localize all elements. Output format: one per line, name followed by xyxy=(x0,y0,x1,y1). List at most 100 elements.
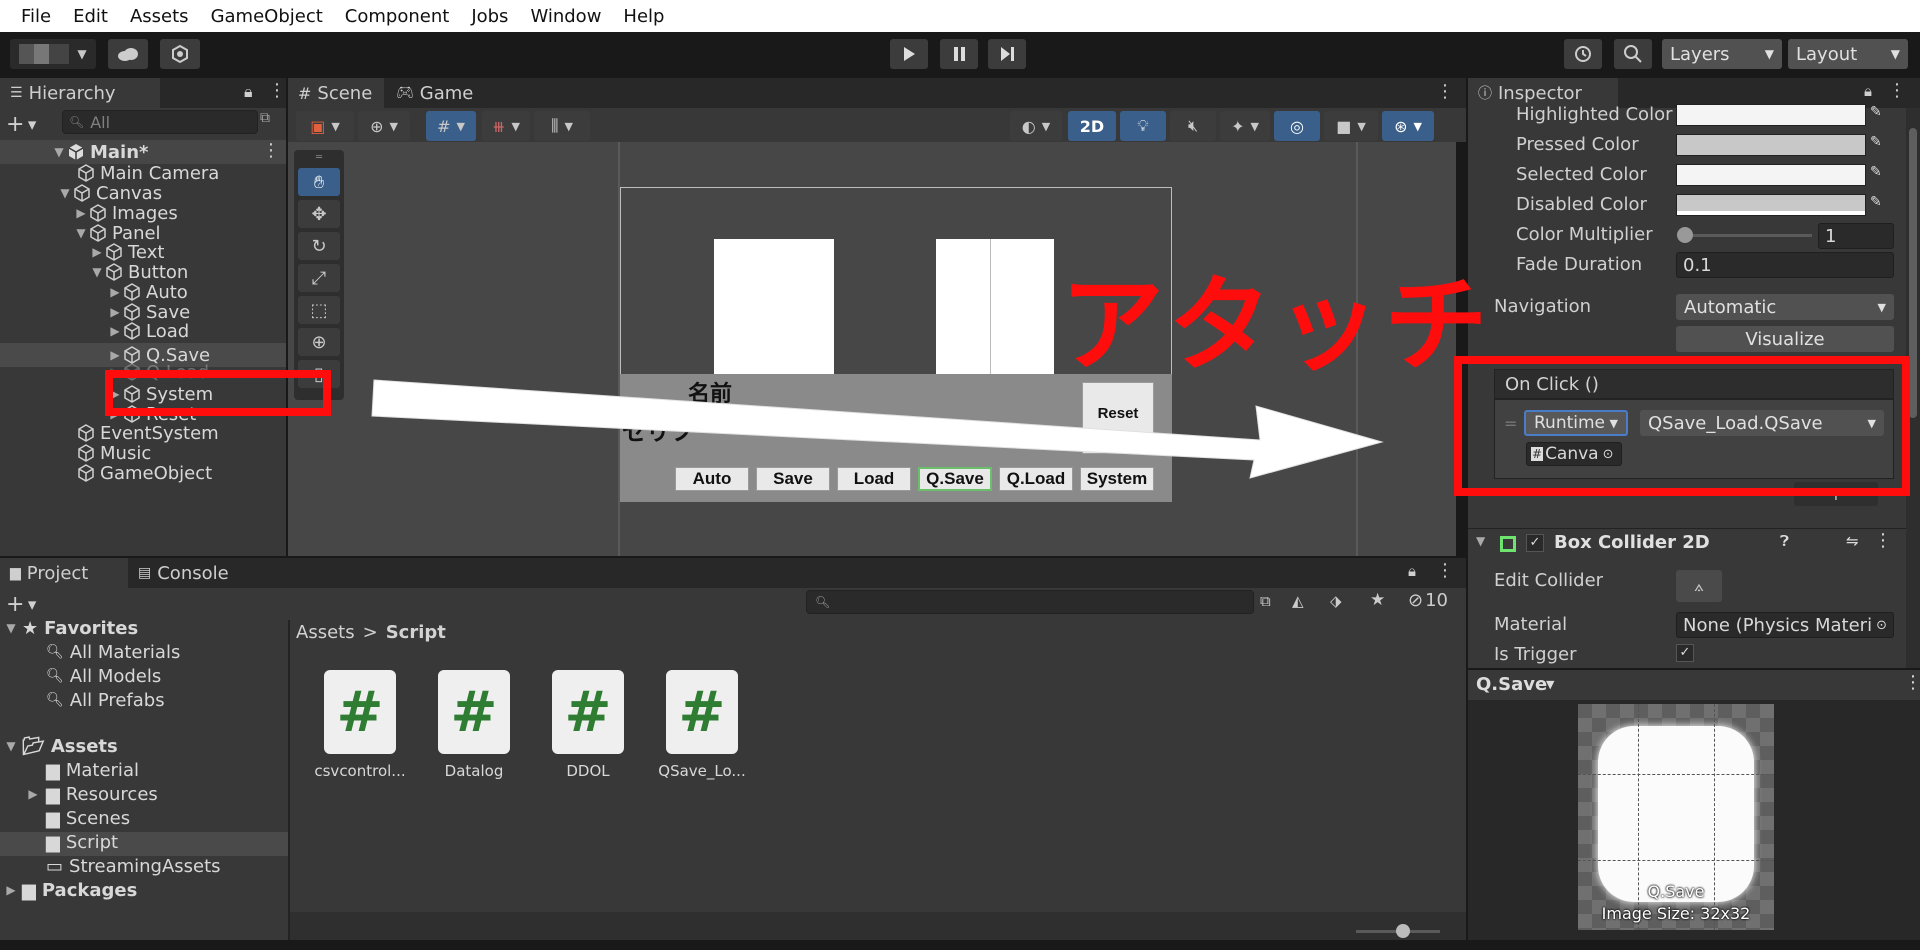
grid-visibility-dropdown[interactable]: ⫼ ▼ xyxy=(534,111,590,141)
folder-material[interactable]: ▆ Material xyxy=(46,758,139,782)
account-button[interactable]: ▼ xyxy=(10,39,96,69)
kebab-menu-icon[interactable]: ⋮ xyxy=(262,140,280,161)
assets-header[interactable]: ▼ 📂︎ Assets xyxy=(4,734,117,758)
menu-help[interactable]: Help xyxy=(612,6,675,27)
global-local-dropdown[interactable]: ⊕ ▼ xyxy=(358,111,410,141)
asset-csvcontrol[interactable]: # csvcontrol... xyxy=(300,670,420,780)
favorite-all-models[interactable]: 🔍︎ All Models xyxy=(46,664,161,688)
expand-arrow-icon[interactable]: ▼ xyxy=(4,739,18,753)
menu-window[interactable]: Window xyxy=(519,6,612,27)
preview-title[interactable]: Q.Save xyxy=(1476,674,1547,695)
filter-by-type-icon[interactable]: ◭ xyxy=(1292,592,1304,610)
zoom-slider-handle[interactable] xyxy=(1396,924,1410,938)
collapse-arrow-icon[interactable]: ▶ xyxy=(108,305,122,319)
expand-arrow-icon[interactable]: ▼ xyxy=(74,226,88,240)
history-icon[interactable] xyxy=(1564,39,1602,69)
drag-handle-icon[interactable]: ═ xyxy=(294,152,344,164)
menu-assets[interactable]: Assets xyxy=(119,6,200,27)
mode-2d-toggle[interactable]: 2D xyxy=(1068,111,1116,141)
settings-sliders-icon[interactable]: ⇋ xyxy=(1846,532,1859,550)
hierarchy-item-gameobject[interactable]: GameObject xyxy=(76,461,212,485)
search-options-icon[interactable]: ⧉ xyxy=(1260,592,1271,610)
eyedropper-icon[interactable]: ✎ xyxy=(1870,194,1890,214)
rect-tool-icon[interactable]: ⬚ xyxy=(298,296,340,324)
menu-component[interactable]: Component xyxy=(334,6,461,27)
play-button[interactable] xyxy=(890,39,928,69)
kebab-menu-icon[interactable]: ⋮ xyxy=(1436,81,1454,102)
expand-arrow-icon[interactable]: ▼ xyxy=(90,265,104,279)
favorite-star-icon[interactable]: ★ xyxy=(1370,590,1385,610)
gizmos-dropdown[interactable]: ⊛ ▼ xyxy=(1382,111,1434,141)
project-search-input[interactable]: 🔍︎ xyxy=(806,590,1254,614)
disabled-color-field[interactable] xyxy=(1676,194,1866,216)
collapse-arrow-icon[interactable]: ▶ xyxy=(26,787,40,801)
search-options-icon[interactable]: ⧉ xyxy=(260,110,280,134)
folder-script[interactable]: ▆ Script xyxy=(46,830,118,854)
selected-color-field[interactable] xyxy=(1676,164,1866,186)
lighting-toggle[interactable]: 💡︎ xyxy=(1120,111,1166,141)
hidden-objects-toggle[interactable]: ◎ xyxy=(1274,111,1320,141)
component-enabled-checkbox[interactable]: ✓ xyxy=(1526,534,1544,552)
chevron-down-icon[interactable]: ▼ xyxy=(1546,678,1554,691)
pressed-color-field[interactable] xyxy=(1676,134,1866,156)
expand-arrow-icon[interactable]: ▼ xyxy=(1476,534,1485,548)
collapse-arrow-icon[interactable]: ▶ xyxy=(90,245,104,259)
highlighted-color-field[interactable] xyxy=(1676,104,1866,126)
eyedropper-icon[interactable]: ✎ xyxy=(1870,134,1890,154)
menu-file[interactable]: File xyxy=(10,6,62,27)
expand-arrow-icon[interactable]: ▼ xyxy=(52,145,66,159)
kebab-menu-icon[interactable]: ⋮ xyxy=(268,80,286,101)
folder-scenes[interactable]: ▆ Scenes xyxy=(46,806,130,830)
navigation-dropdown[interactable]: Automatic ▼ xyxy=(1676,294,1894,320)
step-button[interactable] xyxy=(988,39,1026,69)
visualize-button[interactable]: Visualize xyxy=(1676,326,1894,352)
move-tool-icon[interactable]: ✥ xyxy=(298,200,340,228)
create-button[interactable]: + ▼ xyxy=(6,592,36,617)
folder-streamingassets[interactable]: ▭ StreamingAssets xyxy=(46,854,221,878)
breadcrumb-assets[interactable]: Assets xyxy=(296,622,355,643)
collapse-arrow-icon[interactable]: ▶ xyxy=(108,324,122,338)
effects-dropdown[interactable]: ✦ ▼ xyxy=(1220,111,1270,141)
scale-tool-icon[interactable]: ⤢ xyxy=(298,264,340,292)
eyedropper-icon[interactable]: ✎ xyxy=(1870,104,1890,124)
filter-by-label-icon[interactable]: ⬗ xyxy=(1330,592,1342,610)
menu-edit[interactable]: Edit xyxy=(62,6,119,27)
audio-toggle[interactable]: 🔇︎ xyxy=(1170,111,1216,141)
asset-qsave-load[interactable]: # QSave_Lo... xyxy=(642,670,762,780)
slider-handle[interactable] xyxy=(1677,227,1693,243)
scrollbar-thumb[interactable] xyxy=(1909,128,1917,418)
tab-game[interactable]: 🎮︎ Game xyxy=(386,78,482,108)
pause-button[interactable] xyxy=(940,39,978,69)
tab-scene[interactable]: # Scene xyxy=(288,78,384,108)
favorite-all-prefabs[interactable]: 🔍︎ All Prefabs xyxy=(46,688,165,712)
menu-jobs[interactable]: Jobs xyxy=(460,6,519,27)
eyedropper-icon[interactable]: ✎ xyxy=(1870,164,1890,184)
shading-dropdown[interactable]: ◐ ▼ xyxy=(1010,111,1062,141)
help-icon[interactable]: ❓︎ xyxy=(1780,532,1789,550)
increment-snap-dropdown[interactable]: ⧻ ▼ xyxy=(482,111,530,141)
tab-project[interactable]: ▆ Project xyxy=(0,558,128,588)
is-trigger-checkbox[interactable]: ✓ xyxy=(1676,644,1694,662)
tab-console[interactable]: ▤ Console xyxy=(128,558,248,588)
collapse-arrow-icon[interactable]: ▶ xyxy=(74,206,88,220)
fade-duration-input[interactable]: 0.1 xyxy=(1676,252,1894,278)
color-multiplier-input[interactable]: 1 xyxy=(1818,223,1894,249)
kebab-menu-icon[interactable]: ⋮ xyxy=(1436,560,1454,581)
expand-arrow-icon[interactable]: ▼ xyxy=(4,621,18,635)
object-picker-icon[interactable]: ⊙ xyxy=(1876,618,1887,633)
hidden-packages-toggle[interactable]: ⊘ 10 xyxy=(1408,590,1448,611)
camera-dropdown[interactable]: ■ ▼ xyxy=(1324,111,1378,141)
layers-dropdown[interactable]: Layers ▼ xyxy=(1662,39,1782,69)
expand-arrow-icon[interactable]: ▼ xyxy=(58,186,72,200)
menu-gameobject[interactable]: GameObject xyxy=(200,6,334,27)
collapse-arrow-icon[interactable]: ▶ xyxy=(4,883,18,897)
hand-tool-icon[interactable]: ✋︎ xyxy=(298,168,340,196)
material-field[interactable]: None (Physics Materi ⊙ xyxy=(1676,612,1894,638)
search-icon[interactable] xyxy=(1614,39,1652,69)
cloud-icon[interactable] xyxy=(108,39,148,69)
kebab-menu-icon[interactable]: ⋮ xyxy=(1888,80,1906,101)
folder-resources[interactable]: ▶ ▆ Resources xyxy=(26,782,157,806)
draw-mode-dropdown[interactable]: ▣ ▼ xyxy=(296,111,354,141)
hierarchy-item-load[interactable]: ▶ Load xyxy=(108,319,189,343)
lock-icon[interactable]: 🔒︎ xyxy=(1864,82,1872,100)
